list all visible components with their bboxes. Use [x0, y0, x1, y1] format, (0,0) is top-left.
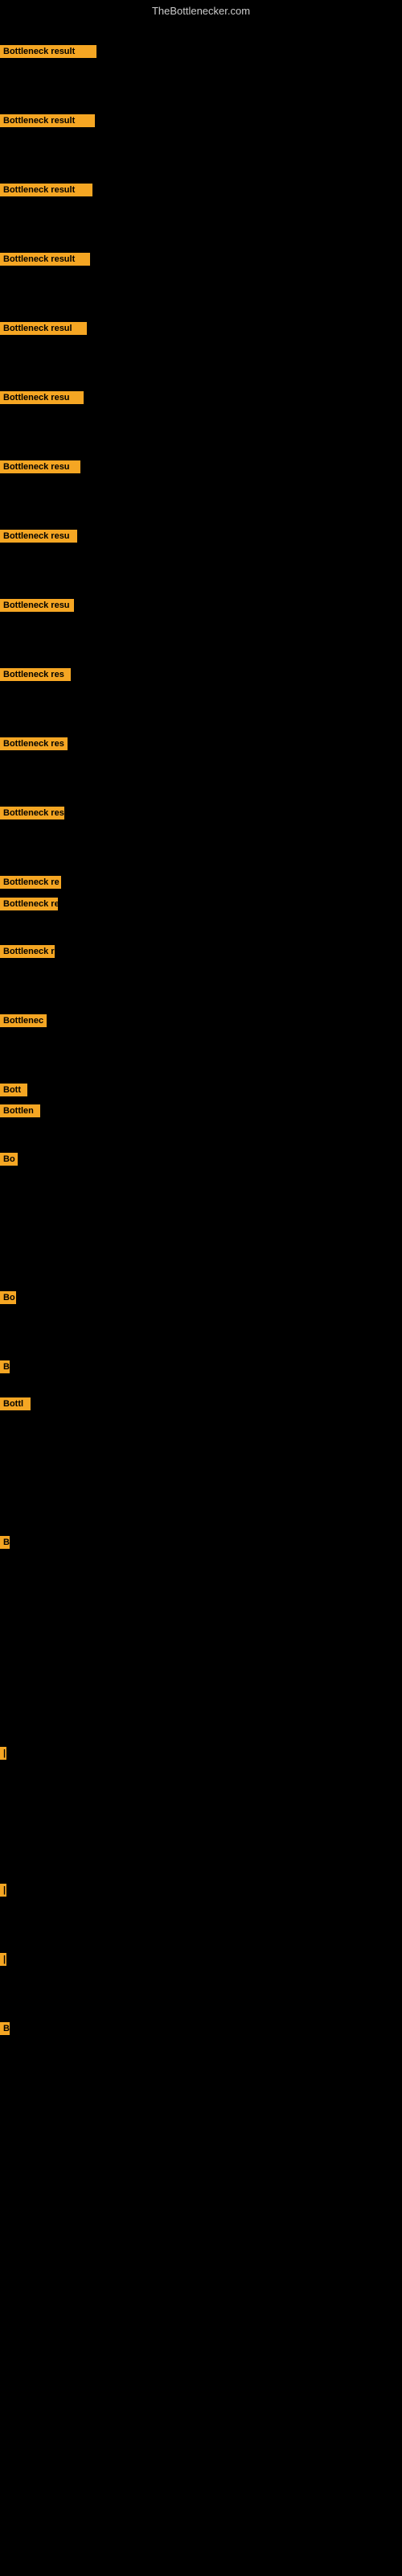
bottleneck-result-label: B — [0, 1536, 10, 1549]
bottleneck-result-label: | — [0, 1953, 6, 1966]
bottleneck-result-label: Bottleneck res — [0, 898, 58, 910]
bottleneck-result-label: B — [0, 2022, 10, 2035]
bottleneck-result-label: Bottleneck res — [0, 807, 64, 819]
bottleneck-result-label: Bottleneck resu — [0, 391, 84, 404]
bottleneck-result-label: Bottleneck result — [0, 184, 92, 196]
bottleneck-result-label: B — [0, 1360, 10, 1373]
bottleneck-result-label: Bottl — [0, 1397, 31, 1410]
site-title: TheBottlenecker.com — [0, 0, 402, 22]
bottleneck-result-label: Bottleneck resu — [0, 599, 74, 612]
bottleneck-result-label: Bottlen — [0, 1104, 40, 1117]
bottleneck-result-label: | — [0, 1884, 6, 1897]
bottleneck-result-label: Bottleneck result — [0, 253, 90, 266]
bottleneck-result-label: Bottleneck res — [0, 668, 71, 681]
bottleneck-result-label: Bo — [0, 1153, 18, 1166]
bottleneck-result-label: Bottleneck resu — [0, 460, 80, 473]
bottleneck-result-label: Bottlenec — [0, 1014, 47, 1027]
bottleneck-result-label: Bottleneck result — [0, 114, 95, 127]
bottleneck-result-label: Bottleneck res — [0, 737, 68, 750]
bottleneck-result-label: Bottleneck re — [0, 945, 55, 958]
bottleneck-result-label: Bo — [0, 1291, 16, 1304]
bottleneck-result-label: Bottleneck resul — [0, 322, 87, 335]
bottleneck-result-label: Bottleneck result — [0, 45, 96, 58]
bottleneck-result-label: | — [0, 1747, 6, 1760]
bottleneck-result-label: Bott — [0, 1084, 27, 1096]
bottleneck-result-label: Bottleneck re — [0, 876, 61, 889]
bottleneck-result-label: Bottleneck resu — [0, 530, 77, 543]
